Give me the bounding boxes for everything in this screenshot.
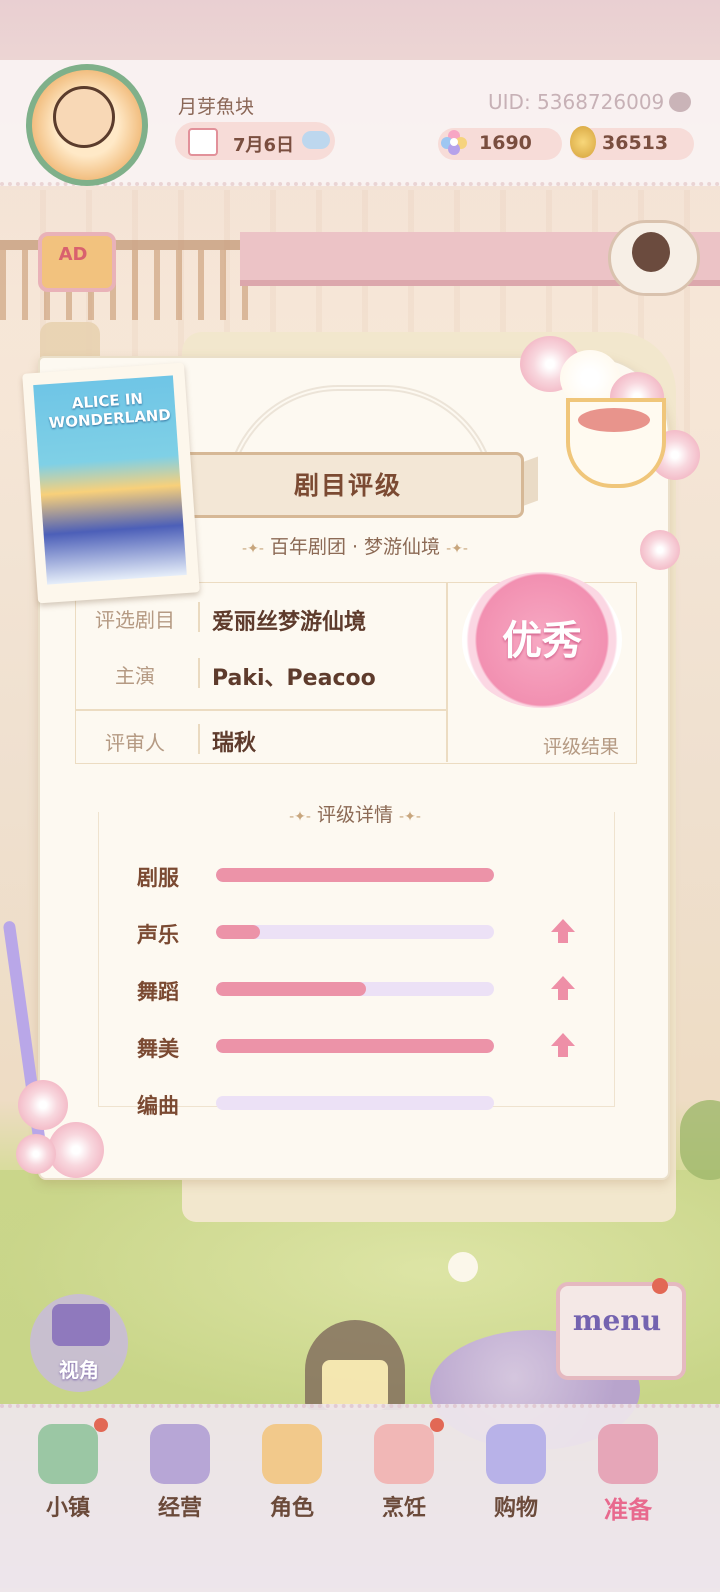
camera-view-label: 视角 xyxy=(59,1358,99,1382)
gem-icon xyxy=(441,130,467,155)
info-label-lead: 主演 xyxy=(115,664,155,688)
notification-dot xyxy=(430,1418,444,1432)
shop-lock-icon xyxy=(150,1424,210,1484)
nav-item[interactable]: 购物 xyxy=(464,1418,568,1528)
stat-bar-fill xyxy=(216,925,261,939)
garden-light-ball xyxy=(448,1252,478,1282)
nav-item[interactable]: 烹饪 xyxy=(352,1418,456,1528)
gem-amount: 1690 xyxy=(479,132,532,154)
rose-icon xyxy=(48,1122,104,1178)
stat-bar-track xyxy=(216,1039,494,1053)
menu-label: menu xyxy=(572,1304,662,1337)
result-label: 评级结果 xyxy=(542,736,619,758)
ornament-right-icon: -✦- xyxy=(399,809,421,825)
cat-icon xyxy=(632,232,670,272)
tea-surface xyxy=(578,408,650,432)
troupe-subtitle: -✦- 百年剧团 · 梦游仙境 -✦- xyxy=(210,532,500,559)
ornament-left-icon: -✦- xyxy=(289,809,311,825)
notification-dot xyxy=(94,1418,108,1432)
info-value-judge: 瑞秋 xyxy=(212,731,257,756)
label-separator xyxy=(198,658,200,688)
details-title-text: 评级详情 xyxy=(316,804,393,826)
troupe-name: 百年剧团 · 梦游仙境 xyxy=(269,536,441,558)
info-row-divider xyxy=(75,709,446,711)
stat-bar-track xyxy=(216,1096,494,1110)
ad-label: AD xyxy=(58,244,88,265)
info-value-play: 爱丽丝梦游仙境 xyxy=(212,610,367,635)
camera-icon xyxy=(52,1304,110,1346)
player-avatar[interactable] xyxy=(8,46,158,196)
nav-item[interactable]: 小镇 xyxy=(16,1418,120,1528)
copy-uid-icon[interactable] xyxy=(669,92,691,112)
nav-item[interactable]: 角色 xyxy=(240,1418,344,1528)
stat-bar-fill xyxy=(216,868,494,882)
shopping-bag-icon xyxy=(486,1424,546,1484)
current-date: 7月6日 xyxy=(233,135,295,156)
weather-cloud-icon xyxy=(302,131,330,149)
info-label-judge: 评审人 xyxy=(105,731,165,755)
lamp-glow xyxy=(322,1360,388,1410)
rating-title: 剧目评级 xyxy=(293,471,402,500)
player-uid: UID: 5368726009 xyxy=(488,90,665,114)
coin-amount: 36513 xyxy=(602,132,669,154)
label-separator xyxy=(198,724,200,754)
stat-bar-fill xyxy=(216,1039,494,1053)
stat-bar-track xyxy=(216,868,494,882)
info-divider xyxy=(446,582,448,762)
player-nickname: 月芽魚块 xyxy=(178,96,255,118)
rose-icon xyxy=(16,1134,56,1174)
upgrade-arrow-icon xyxy=(551,1033,575,1057)
result-stamp-text: 优秀 xyxy=(502,617,582,664)
stat-label: 舞蹈 xyxy=(137,980,179,1004)
ornament-right-icon: -✦- xyxy=(446,541,468,557)
stat-label: 剧服 xyxy=(137,866,179,890)
nav-label: 购物 xyxy=(493,1496,538,1521)
info-label-play: 评选剧目 xyxy=(95,608,175,632)
nav-item[interactable]: 准备 xyxy=(576,1418,680,1528)
map-icon xyxy=(38,1424,98,1484)
nav-label: 经营 xyxy=(157,1496,202,1521)
info-value-lead: Paki、Peacoo xyxy=(212,666,376,691)
nav-label: 小镇 xyxy=(45,1496,90,1521)
stat-label: 舞美 xyxy=(137,1037,179,1061)
stat-bar-fill xyxy=(216,982,367,996)
rose-icon xyxy=(18,1080,68,1130)
stat-label: 编曲 xyxy=(137,1094,179,1118)
basket-icon xyxy=(598,1424,658,1484)
coin-icon xyxy=(570,126,596,158)
nav-label: 准备 xyxy=(604,1496,652,1524)
nav-label: 角色 xyxy=(269,1496,314,1521)
menu-notification-dot xyxy=(652,1278,668,1294)
ornament-left-icon: -✦- xyxy=(242,541,264,557)
rose-icon xyxy=(640,530,680,570)
avatar-face xyxy=(53,86,115,148)
stat-bar-track xyxy=(216,982,494,996)
nav-label: 烹饪 xyxy=(381,1496,426,1521)
upgrade-arrow-icon xyxy=(551,976,575,1000)
character-icon xyxy=(262,1424,322,1484)
details-title: -✦- 评级详情 -✦- xyxy=(230,800,480,827)
green-bush xyxy=(680,1100,720,1180)
nav-item[interactable]: 经营 xyxy=(128,1418,232,1528)
calendar-icon xyxy=(188,128,218,156)
stat-label: 声乐 xyxy=(137,923,179,947)
stat-bar-track xyxy=(216,925,494,939)
label-separator xyxy=(198,602,200,632)
cooking-icon xyxy=(374,1424,434,1484)
upgrade-arrow-icon xyxy=(551,919,575,943)
